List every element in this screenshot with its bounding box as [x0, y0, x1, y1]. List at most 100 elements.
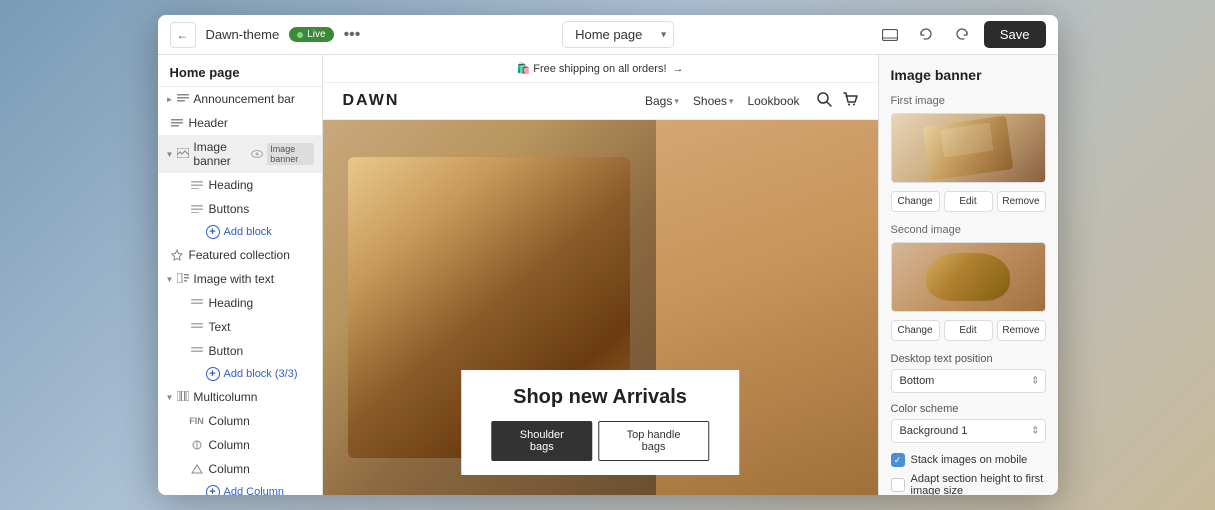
sidebar-item-header[interactable]: Header — [158, 111, 322, 135]
second-image-preview — [891, 242, 1046, 312]
search-icon[interactable] — [816, 91, 832, 111]
add-block2-button[interactable]: + Add block (3/3) — [182, 363, 322, 385]
add-block-label: Add block (3/3) — [224, 368, 298, 380]
sidebar-item-label: Header — [189, 116, 314, 130]
remove-first-image-button[interactable]: Remove — [997, 191, 1046, 212]
first-image-label: First image — [891, 95, 1046, 107]
sidebar-item-label: Featured collection — [189, 248, 314, 262]
sidebar-item-label: Column — [209, 462, 314, 476]
sidebar-item-column1[interactable]: FIN Column — [182, 409, 322, 433]
lines-icon — [190, 296, 204, 310]
image-banner-icon — [177, 147, 189, 161]
chevron-down-icon: ▼ — [166, 275, 174, 284]
chevron-down-icon: ▼ — [166, 150, 174, 159]
more-options-button[interactable]: ••• — [344, 26, 361, 44]
redo-button[interactable] — [948, 21, 976, 49]
view-toggle-button[interactable] — [876, 21, 904, 49]
sidebar-item-text[interactable]: Text — [182, 315, 322, 339]
change-first-image-button[interactable]: Change — [891, 191, 940, 212]
sidebar-item-multicolumn[interactable]: ▼ Multicolumn — [158, 385, 322, 409]
sidebar-item-image-banner[interactable]: ▼ Image banner Image banner — [158, 135, 322, 173]
edit-second-image-button[interactable]: Edit — [944, 320, 993, 341]
remove-second-image-button[interactable]: Remove — [997, 320, 1046, 341]
visibility-icon[interactable] — [251, 150, 263, 158]
panel-title: Image banner — [891, 67, 1046, 83]
chevron-icon: ▾ — [729, 96, 734, 107]
adapt-section-label: Adapt section height to first image size — [911, 473, 1046, 495]
desktop-position-label: Desktop text position — [891, 353, 1046, 365]
page-selector-wrap: Home page — [562, 21, 674, 48]
section-block-count: Image banner — [267, 143, 313, 165]
nav-link-label: Lookbook — [747, 94, 799, 108]
sidebar-item-label: Image with text — [193, 272, 274, 286]
header-icon — [170, 116, 184, 130]
store-announcement: 🛍️ Free shipping on all orders! → — [323, 55, 878, 83]
stack-images-checkbox[interactable]: ✓ — [891, 453, 905, 467]
back-button[interactable]: ← — [170, 22, 196, 48]
preview-area: 🛍️ Free shipping on all orders! → DAWN B… — [323, 55, 878, 495]
desktop-position-select-wrap: Bottom Middle Top — [891, 369, 1046, 393]
banner-btn-shoulder[interactable]: Shoulder bags — [491, 421, 592, 461]
star-icon — [170, 248, 184, 262]
banner-buttons: Shoulder bags Top handle bags — [491, 421, 709, 461]
color-scheme-select[interactable]: Background 1 Background 2 — [891, 419, 1046, 443]
back-icon: ← — [177, 28, 189, 42]
save-button[interactable]: Save — [984, 21, 1046, 48]
add-block-button[interactable]: + Add block — [182, 221, 322, 243]
multicolumn-icon — [177, 390, 189, 404]
chevron-right-icon: ► — [166, 95, 174, 104]
nav-link-lookbook[interactable]: Lookbook — [747, 94, 799, 108]
sidebar-item-label: Buttons — [209, 202, 314, 216]
nav-link-shoes[interactable]: Shoes ▾ — [693, 94, 734, 108]
change-second-image-button[interactable]: Change — [891, 320, 940, 341]
stack-images-row: ✓ Stack images on mobile — [891, 453, 1046, 467]
stack-images-label: Stack images on mobile — [911, 454, 1028, 466]
live-badge: Live — [289, 27, 333, 42]
sidebar-item-heading2[interactable]: Heading — [182, 291, 322, 315]
add-column-button[interactable]: + Add Column — [182, 481, 322, 495]
sidebar-item-image-with-text[interactable]: ▼ Image with text — [158, 267, 322, 291]
announcement-link: → — [673, 63, 684, 75]
plus-icon: + — [206, 225, 220, 239]
second-image-actions: Change Edit Remove — [891, 320, 1046, 341]
lines-icon — [190, 178, 204, 192]
desktop-position-select[interactable]: Bottom Middle Top — [891, 369, 1046, 393]
sidebar-item-label: Text — [209, 320, 314, 334]
sidebar-item-column2[interactable]: Column — [182, 433, 322, 457]
cart-icon[interactable] — [842, 91, 858, 111]
store-logo: DAWN — [343, 92, 400, 110]
sidebar-item-label: Button — [209, 344, 314, 358]
top-bar-right: Save — [876, 21, 1046, 49]
sidebar-item-featured-collection[interactable]: Featured collection — [158, 243, 322, 267]
sidebar-item-announcement-bar[interactable]: ► Announcement bar — [158, 87, 322, 111]
color-scheme-label: Color scheme — [891, 403, 1046, 415]
store-nav-icons — [816, 91, 858, 111]
sidebar-item-label: Heading — [209, 178, 314, 192]
column-icon — [190, 438, 204, 452]
sidebar-item-label: Heading — [209, 296, 314, 310]
chevron-down-icon: ▼ — [166, 393, 174, 402]
page-selector[interactable]: Home page — [562, 21, 674, 48]
adapt-section-checkbox[interactable] — [891, 478, 905, 492]
top-bar: ← Dawn-theme Live ••• Home page — [158, 15, 1058, 55]
sidebar-item-buttons[interactable]: Buttons — [182, 197, 322, 221]
announcement-text: 🛍️ Free shipping on all orders! — [516, 62, 666, 75]
sidebar-item-column3[interactable]: Column — [182, 457, 322, 481]
edit-first-image-button[interactable]: Edit — [944, 191, 993, 212]
store-nav-links: Bags ▾ Shoes ▾ Lookbook — [645, 94, 800, 108]
add-column-label: Add Column — [224, 486, 285, 495]
column-icon: FIN — [190, 414, 204, 428]
store-banner: Shop new Arrivals Shoulder bags Top hand… — [323, 120, 878, 495]
sidebar-item-label: Column — [209, 414, 314, 428]
sidebar-item-button[interactable]: Button — [182, 339, 322, 363]
banner-btn-top-handle[interactable]: Top handle bags — [598, 421, 708, 461]
undo-button[interactable] — [912, 21, 940, 49]
announcement-icon — [177, 92, 189, 106]
nav-link-label: Bags — [645, 94, 672, 108]
banner-overlay: Shop new Arrivals Shoulder bags Top hand… — [461, 370, 739, 475]
sidebar-item-label: Multicolumn — [193, 390, 257, 404]
sidebar-item-heading[interactable]: Heading — [182, 173, 322, 197]
nav-link-bags[interactable]: Bags ▾ — [645, 94, 679, 108]
sidebar-item-label: Column — [209, 438, 314, 452]
lines-icon — [190, 344, 204, 358]
